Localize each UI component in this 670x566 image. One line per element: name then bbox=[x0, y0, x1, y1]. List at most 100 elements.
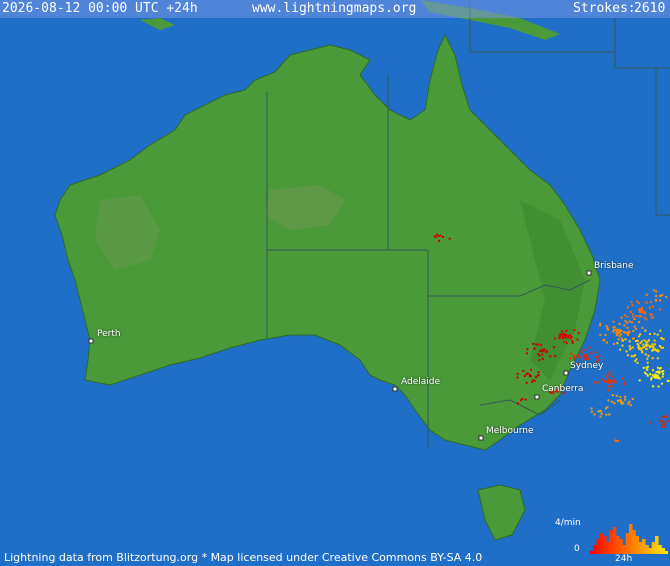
strike-mark bbox=[627, 402, 630, 405]
strike-mark bbox=[537, 371, 540, 374]
strike-mark bbox=[617, 338, 620, 341]
strike-mark bbox=[567, 336, 570, 339]
histogram-bar bbox=[629, 524, 633, 554]
strike-mark bbox=[624, 314, 626, 317]
histogram-bar bbox=[599, 533, 604, 554]
strike-mark bbox=[605, 380, 608, 383]
strike-mark bbox=[563, 341, 566, 344]
strike-mark bbox=[608, 371, 611, 374]
strike-mark bbox=[650, 316, 653, 319]
strike-mark bbox=[645, 301, 648, 304]
strike-mark bbox=[638, 321, 641, 324]
strike-mark bbox=[564, 333, 567, 336]
strike-mark bbox=[617, 399, 620, 402]
strike-mark bbox=[645, 345, 648, 347]
city-label-adelaide: Adelaide bbox=[401, 377, 441, 387]
city-dot-perth bbox=[88, 338, 94, 344]
city-label-sydney: Sydney bbox=[570, 361, 604, 371]
histogram-bar bbox=[593, 545, 597, 554]
city-dot-melbourne bbox=[478, 435, 484, 441]
strike-mark bbox=[526, 348, 529, 351]
strike-mark bbox=[523, 375, 526, 377]
strike-mark bbox=[626, 321, 629, 324]
strike-mark bbox=[650, 345, 653, 348]
strike-mark bbox=[646, 365, 649, 368]
histogram-bar bbox=[590, 551, 594, 554]
strike-mark bbox=[644, 312, 647, 315]
strike-rate-legend: 4/min 0 24h bbox=[552, 518, 670, 566]
strike-mark bbox=[580, 350, 583, 353]
strike-mark bbox=[607, 380, 610, 383]
city-dot-sydney bbox=[563, 370, 569, 376]
city-dot-adelaide bbox=[392, 386, 398, 392]
city-dot-brisbane bbox=[586, 270, 592, 276]
strike-mark bbox=[573, 329, 576, 331]
strike-mark bbox=[641, 326, 644, 329]
strike-mark bbox=[567, 334, 570, 337]
strike-mark bbox=[587, 357, 589, 360]
lightning-map[interactable] bbox=[0, 0, 670, 566]
strike-mark bbox=[657, 349, 660, 352]
strike-mark bbox=[558, 333, 561, 336]
strike-mark bbox=[563, 333, 566, 335]
strike-mark bbox=[549, 355, 552, 358]
strike-mark bbox=[631, 304, 634, 307]
strike-mark bbox=[665, 296, 668, 299]
histogram-bar bbox=[619, 539, 623, 554]
strike-mark bbox=[635, 340, 637, 342]
strike-mark bbox=[631, 313, 634, 316]
strike-mark bbox=[660, 382, 663, 385]
strike-mark bbox=[628, 345, 631, 348]
strike-mark bbox=[621, 344, 624, 347]
strike-mark bbox=[651, 374, 654, 377]
histogram-bar bbox=[651, 542, 656, 554]
strike-mark bbox=[646, 374, 649, 377]
strike-mark bbox=[636, 300, 639, 303]
histogram-bar bbox=[609, 530, 614, 554]
strike-mark bbox=[650, 378, 653, 381]
strike-mark bbox=[545, 351, 548, 354]
histogram-bar bbox=[635, 536, 640, 554]
strike-mark bbox=[634, 327, 637, 330]
strike-mark bbox=[646, 368, 649, 371]
strike-mark bbox=[559, 336, 562, 339]
strike-mark bbox=[521, 397, 524, 400]
strike-mark bbox=[569, 334, 572, 337]
strike-mark bbox=[659, 299, 662, 302]
strike-mark bbox=[645, 293, 648, 296]
site-link[interactable]: www.lightningmaps.org bbox=[252, 0, 416, 18]
legend-time-label: 24h bbox=[615, 554, 633, 564]
histogram-bar bbox=[612, 527, 617, 554]
strike-mark bbox=[621, 339, 624, 342]
strike-mark bbox=[553, 346, 555, 349]
strike-mark bbox=[618, 329, 621, 332]
strike-mark bbox=[628, 400, 631, 403]
strike-mark bbox=[620, 333, 623, 336]
header-bar: 2026-08-12 00:00 UTC +24h www.lightningm… bbox=[0, 0, 670, 18]
strike-mark bbox=[660, 425, 663, 428]
strike-mark bbox=[629, 404, 632, 407]
strike-mark bbox=[635, 315, 638, 317]
strike-mark bbox=[516, 372, 519, 375]
strike-mark bbox=[594, 356, 597, 359]
strike-mark bbox=[639, 333, 642, 336]
strike-mark bbox=[620, 401, 622, 404]
strike-mark bbox=[565, 329, 568, 332]
strike-mark bbox=[643, 316, 646, 319]
strike-mark bbox=[656, 333, 659, 336]
strike-mark bbox=[643, 371, 646, 374]
histogram-bar bbox=[616, 536, 620, 554]
strike-mark bbox=[628, 340, 631, 343]
strike-mark bbox=[654, 376, 657, 379]
strike-mark bbox=[619, 399, 622, 402]
strike-mark bbox=[630, 301, 633, 304]
strokes-count: 2610 bbox=[634, 1, 666, 16]
strike-mark bbox=[646, 361, 649, 364]
strike-mark bbox=[597, 355, 600, 358]
strike-mark bbox=[632, 337, 635, 340]
strike-mark bbox=[666, 420, 669, 423]
strike-mark bbox=[665, 415, 668, 418]
strike-mark bbox=[624, 320, 627, 323]
strike-mark bbox=[659, 329, 662, 332]
strike-mark bbox=[607, 399, 610, 402]
